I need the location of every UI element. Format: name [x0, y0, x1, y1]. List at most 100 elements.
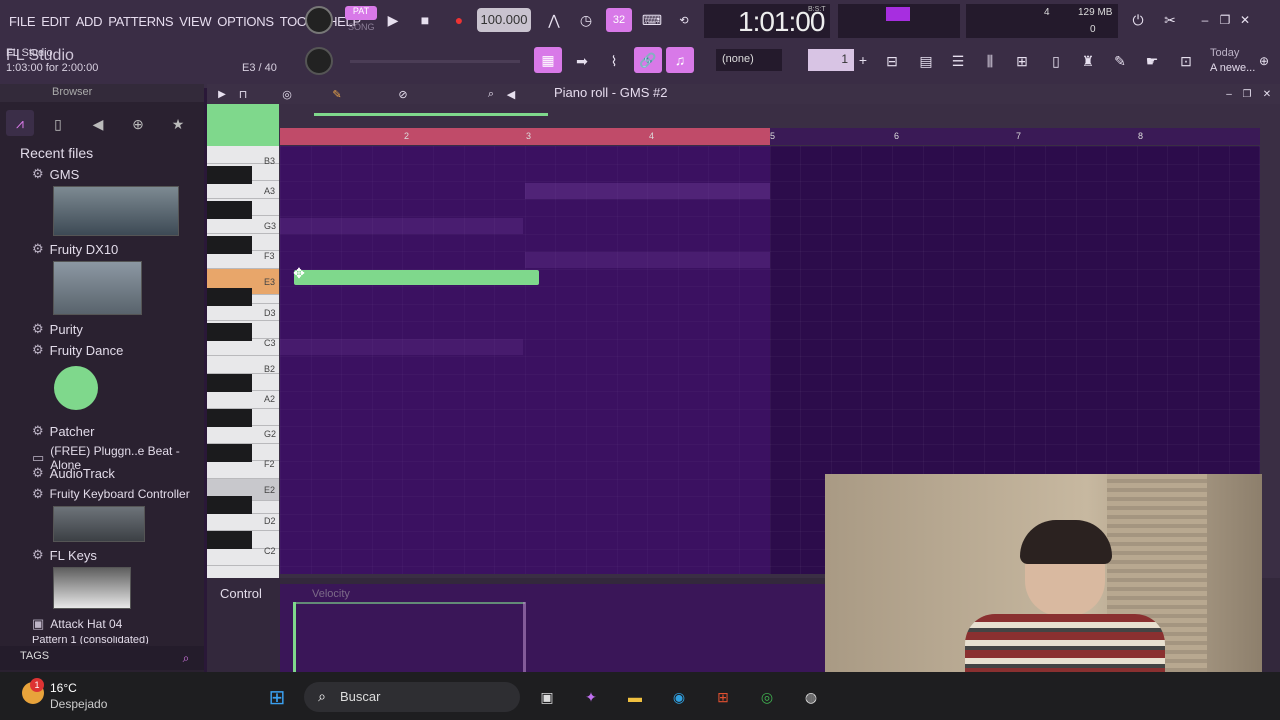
browser-item[interactable]: ⚙ Patcher	[32, 423, 94, 439]
browser-item[interactable]: ⚙ Fruity Dance	[32, 342, 123, 358]
record-icon[interactable]: ●	[450, 10, 468, 30]
edge-icon[interactable]: ◉	[668, 686, 690, 708]
magnet-icon[interactable]: ⊓	[236, 86, 250, 102]
favorites-icon[interactable]: ★	[168, 114, 188, 134]
pencil-icon[interactable]: ✎	[330, 86, 344, 102]
black-key[interactable]	[207, 288, 252, 306]
loop-record-icon[interactable]: ⟲	[672, 10, 696, 30]
piano-roll-icon[interactable]: ▦	[534, 47, 562, 73]
keyboard-zoom-handle[interactable]	[207, 104, 279, 146]
browser-item[interactable]: ⚙ GMS	[32, 166, 79, 182]
black-key[interactable]	[207, 374, 252, 392]
play-icon[interactable]: ▶	[216, 86, 228, 102]
task-view-icon[interactable]: ▣	[536, 686, 558, 708]
obs-icon[interactable]: ◍	[800, 686, 822, 708]
search-icon[interactable]: ⌕	[178, 650, 194, 666]
typing-keyboard-icon[interactable]: ⌨	[640, 10, 664, 30]
channel-rack-icon[interactable]: ▤	[914, 50, 938, 72]
windows-start-icon[interactable]: ⊞	[264, 684, 290, 710]
browser-item[interactable]: ⚙ Fruity DX10	[32, 241, 118, 257]
horizontal-scrollbar[interactable]	[314, 113, 548, 116]
step-selector[interactable]: 1	[808, 49, 854, 71]
black-key[interactable]	[207, 496, 252, 514]
black-key[interactable]	[207, 444, 252, 462]
tempo-display[interactable]: 100.000	[477, 8, 531, 32]
menu-file[interactable]: FILE	[6, 14, 38, 29]
file-explorer-icon[interactable]: ▬	[624, 686, 646, 708]
velocity-bar[interactable]	[293, 602, 296, 672]
tags-label[interactable]: TAGS	[20, 650, 49, 662]
brush-icon[interactable]: ✎	[1108, 50, 1132, 72]
chrome-icon[interactable]: ◎	[756, 686, 778, 708]
search-box[interactable]	[304, 682, 520, 712]
all-files-icon[interactable]: ⩘	[6, 110, 34, 136]
cart-icon[interactable]: ⊡	[1174, 50, 1198, 72]
tool-icon[interactable]: ◎	[280, 86, 294, 102]
loop-region[interactable]	[280, 128, 770, 145]
power-icon[interactable]: ⏻	[1128, 10, 1148, 30]
news-text[interactable]: A newe...	[1210, 62, 1255, 74]
browser-item[interactable]: ⚙ Fruity Keyboard Controller	[32, 486, 190, 502]
black-key[interactable]	[207, 531, 252, 549]
globe-icon[interactable]: ⊕	[1256, 52, 1272, 70]
wait-record-icon[interactable]: ◷	[574, 10, 598, 30]
control-label[interactable]: Control	[220, 586, 262, 601]
plugin-icon[interactable]: ♜	[1076, 50, 1100, 72]
black-key[interactable]	[207, 166, 252, 184]
position-slider[interactable]	[350, 60, 520, 63]
browser-item[interactable]: ▣ Attack Hat 04	[32, 616, 122, 632]
playlist-arrow-icon[interactable]: ➡	[570, 50, 594, 72]
close-icon[interactable]: ✕	[1238, 10, 1252, 30]
close-icon[interactable]: ✕	[1260, 86, 1274, 102]
timeline-ruler[interactable]	[770, 128, 1260, 145]
velocity-area[interactable]	[280, 584, 825, 672]
minimize-icon[interactable]: –	[1198, 10, 1212, 30]
black-key[interactable]	[207, 201, 252, 219]
black-key[interactable]	[207, 236, 252, 254]
tools-icon[interactable]: ✂	[1160, 10, 1180, 30]
delete-icon[interactable]: ⊘	[396, 86, 410, 102]
stamp-icon[interactable]: ♫	[666, 47, 694, 73]
master-pitch-knob[interactable]	[305, 47, 333, 75]
speaker-icon[interactable]: ◀	[504, 86, 518, 102]
files-icon[interactable]: ▯	[48, 114, 68, 134]
stop-icon[interactable]: ■	[416, 10, 434, 30]
browser-item[interactable]: ⚙ FL Keys	[32, 547, 97, 563]
menu-patterns[interactable]: PATTERNS	[105, 14, 176, 29]
black-key[interactable]	[207, 323, 252, 341]
plus-icon[interactable]: +	[856, 50, 870, 70]
plugin-db-icon[interactable]: ◀	[88, 114, 108, 134]
maximize-icon[interactable]: ❐	[1218, 10, 1232, 30]
zoom-icon[interactable]: ⌕	[484, 86, 498, 102]
velocity-bar[interactable]	[523, 602, 526, 672]
minimize-icon[interactable]: –	[1222, 86, 1236, 102]
file-icon[interactable]: ▯	[1044, 50, 1068, 72]
menu-view[interactable]: VIEW	[176, 14, 214, 29]
song-mode-button[interactable]: SONG	[348, 22, 375, 32]
plug-icon[interactable]: ⌇	[602, 50, 626, 72]
note-e3[interactable]	[294, 270, 539, 285]
copilot-icon[interactable]: ✦	[580, 686, 602, 708]
black-key[interactable]	[207, 409, 252, 427]
play-icon[interactable]: ▶	[384, 10, 402, 30]
pat-mode-button[interactable]: PAT	[345, 6, 377, 20]
step-edit-icon[interactable]: 32	[606, 8, 632, 32]
link-icon[interactable]: 🔗	[634, 47, 662, 73]
list-icon[interactable]: ☰	[946, 50, 970, 72]
online-icon[interactable]: ⊕	[128, 114, 148, 134]
tree-icon[interactable]: ⊞	[1010, 50, 1034, 72]
menu-options[interactable]: OPTIONS	[214, 14, 276, 29]
master-volume-knob[interactable]	[305, 6, 333, 34]
browser-item[interactable]: ⚙ AudioTrack	[32, 465, 115, 481]
preset-selector[interactable]: (none)	[716, 49, 782, 71]
hand-icon[interactable]: ☛	[1140, 50, 1164, 72]
recent-files-folder[interactable]: Recent files	[20, 145, 93, 161]
maximize-icon[interactable]: ❐	[1240, 86, 1254, 102]
browser-item[interactable]: ⚙ Purity	[32, 321, 83, 337]
browser-item[interactable]: Pattern 1 (consolidated)	[32, 636, 149, 644]
menu-edit[interactable]: EDIT	[38, 14, 72, 29]
store-icon[interactable]: ⊞	[712, 686, 734, 708]
time-panel[interactable]: 1:01:00 B:S:T	[704, 4, 830, 38]
metronome-icon[interactable]: ⋀	[542, 10, 566, 30]
mixer-icon[interactable]: ⊟	[880, 50, 904, 72]
